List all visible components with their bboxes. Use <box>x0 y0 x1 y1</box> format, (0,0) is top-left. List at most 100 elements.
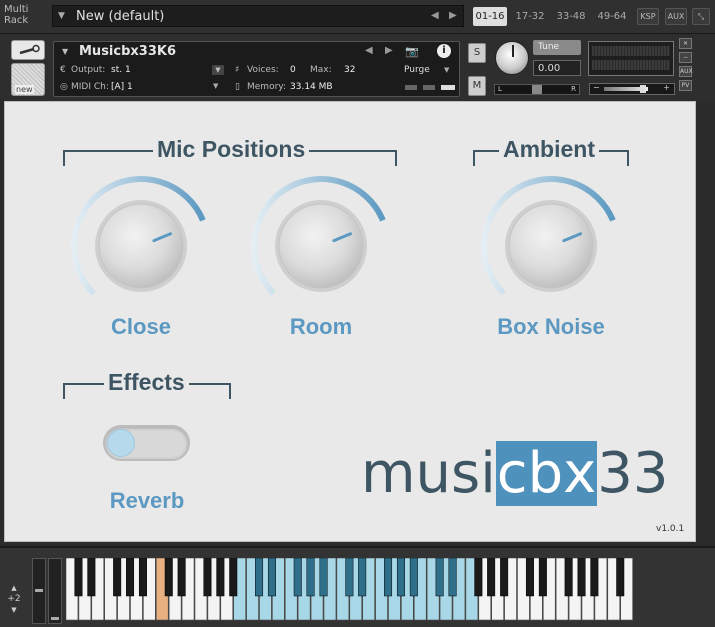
purge-button[interactable]: Purge <box>404 65 430 75</box>
range-tab-1[interactable]: 01-16 <box>473 7 507 26</box>
preset-name: New (default) <box>76 9 165 24</box>
purge-dropdown-icon[interactable]: ▼ <box>444 66 449 74</box>
volume-slider[interactable]: − + <box>589 83 675 95</box>
knob-body <box>98 203 184 289</box>
logo-part-3: 33 <box>597 441 669 506</box>
midi-value[interactable]: [A] 1 <box>111 82 133 92</box>
aux-button[interactable]: AUX <box>665 8 687 25</box>
mod-wheel[interactable] <box>48 558 62 624</box>
rack-bar: Multi Rack ▼ New (default) ◀ ▶ 01-16 17-… <box>0 0 715 34</box>
black-key <box>435 558 444 597</box>
meter-left <box>592 46 670 56</box>
black-key <box>577 558 586 597</box>
rack-label: Multi Rack <box>4 4 29 26</box>
mute-button[interactable]: M <box>468 76 486 96</box>
tune-knob[interactable] <box>495 41 529 75</box>
wrench-button[interactable] <box>11 40 45 60</box>
black-key <box>384 558 393 597</box>
version-label: v1.0.1 <box>656 524 685 534</box>
black-key <box>538 558 547 597</box>
camera-icon[interactable]: 📷 <box>405 45 419 58</box>
ksp-button[interactable]: KSP <box>637 8 659 25</box>
next-instrument-icon[interactable]: ▶ <box>385 45 393 56</box>
level-meter <box>588 41 674 76</box>
box-noise-knob[interactable] <box>471 170 631 320</box>
minimize-icon[interactable]: − <box>679 52 692 63</box>
black-key <box>590 558 599 597</box>
info-icon[interactable]: i <box>437 44 451 58</box>
black-key <box>487 558 496 597</box>
range-tab-2[interactable]: 17-32 <box>512 7 548 26</box>
pan-slider[interactable]: L R <box>494 84 580 95</box>
reverb-label: Reverb <box>109 488 185 513</box>
volume-handle[interactable] <box>640 85 646 93</box>
black-key <box>113 558 122 597</box>
output-value[interactable]: st. 1 <box>111 65 131 75</box>
pan-handle[interactable] <box>532 85 542 94</box>
knob-body <box>278 203 364 289</box>
midi-dropdown-icon[interactable]: ▼ <box>213 82 218 90</box>
octave-up-icon[interactable]: ▲ <box>5 583 23 594</box>
volume-minus-icon[interactable]: − <box>593 83 600 92</box>
voices-label: Voices: <box>247 65 279 75</box>
effects-title: Effects <box>104 369 189 396</box>
dropdown-arrow-icon[interactable]: ▼ <box>58 11 65 21</box>
tune-knob-pointer <box>512 45 514 57</box>
aux-side-button[interactable]: AUX <box>679 66 693 77</box>
volume-plus-icon[interactable]: + <box>663 83 670 92</box>
purge-indicator <box>423 85 435 90</box>
max-voices-value[interactable]: 32 <box>344 65 355 75</box>
black-key <box>267 558 276 597</box>
octave-display[interactable]: ▲ +2 ▼ <box>5 583 23 616</box>
output-dropdown-icon[interactable]: ▼ <box>212 65 224 75</box>
black-key <box>87 558 96 597</box>
wrench-icon <box>19 44 40 55</box>
black-key <box>448 558 457 597</box>
pan-right-label: R <box>571 85 576 93</box>
pitch-wheel[interactable] <box>32 558 46 624</box>
black-key <box>229 558 238 597</box>
range-tab-3[interactable]: 33-48 <box>553 7 589 26</box>
black-key <box>74 558 83 597</box>
pv-button[interactable]: PV <box>679 80 692 91</box>
black-key <box>500 558 509 597</box>
instrument-info: ▼ Musicbx33K6 ◀ ▶ 📷 i € Output: st. 1 ▼ … <box>53 41 460 97</box>
black-key <box>396 558 405 597</box>
close-icon[interactable]: ✕ <box>679 38 692 49</box>
octave-value: +2 <box>7 594 21 604</box>
output-icon: € <box>60 65 66 75</box>
instrument-name[interactable]: Musicbx33K6 <box>79 44 176 59</box>
musicbx33-logo: musicbx33 <box>361 436 669 512</box>
black-key <box>216 558 225 597</box>
black-key <box>203 558 212 597</box>
ambient-title: Ambient <box>499 136 599 163</box>
piano-keyboard[interactable] <box>66 558 636 622</box>
pitch-wheel-handle[interactable] <box>35 589 43 592</box>
black-key <box>138 558 147 597</box>
toggle-thumb[interactable] <box>107 429 135 457</box>
black-key <box>306 558 315 597</box>
collapse-arrow-icon[interactable]: ▼ <box>62 47 68 56</box>
prev-instrument-icon[interactable]: ◀ <box>365 45 373 56</box>
tune-value[interactable]: 0.00 <box>533 60 581 76</box>
black-key <box>293 558 302 597</box>
solo-button[interactable]: S <box>468 43 486 63</box>
room-knob[interactable] <box>241 170 401 320</box>
black-key <box>319 558 328 597</box>
preset-selector[interactable]: ▼ New (default) ◀ ▶ <box>52 5 464 27</box>
box-noise-label: Box Noise <box>497 314 605 339</box>
mod-wheel-handle[interactable] <box>51 617 59 620</box>
mic-positions-title: Mic Positions <box>153 136 310 163</box>
new-instrument-button[interactable]: new <box>11 63 45 96</box>
new-label: new <box>15 85 34 94</box>
close-knob[interactable] <box>61 170 221 320</box>
prev-preset-icon[interactable]: ◀ <box>431 10 439 21</box>
reverb-toggle[interactable] <box>103 425 190 461</box>
logo-part-2: cbx <box>495 441 598 506</box>
black-key <box>164 558 173 597</box>
next-preset-icon[interactable]: ▶ <box>449 10 457 21</box>
octave-down-icon[interactable]: ▼ <box>5 605 23 616</box>
range-tab-4[interactable]: 49-64 <box>594 7 630 26</box>
collapse-icon[interactable]: ⤡ <box>692 8 710 25</box>
midi-label: MIDI Ch: <box>71 82 109 92</box>
